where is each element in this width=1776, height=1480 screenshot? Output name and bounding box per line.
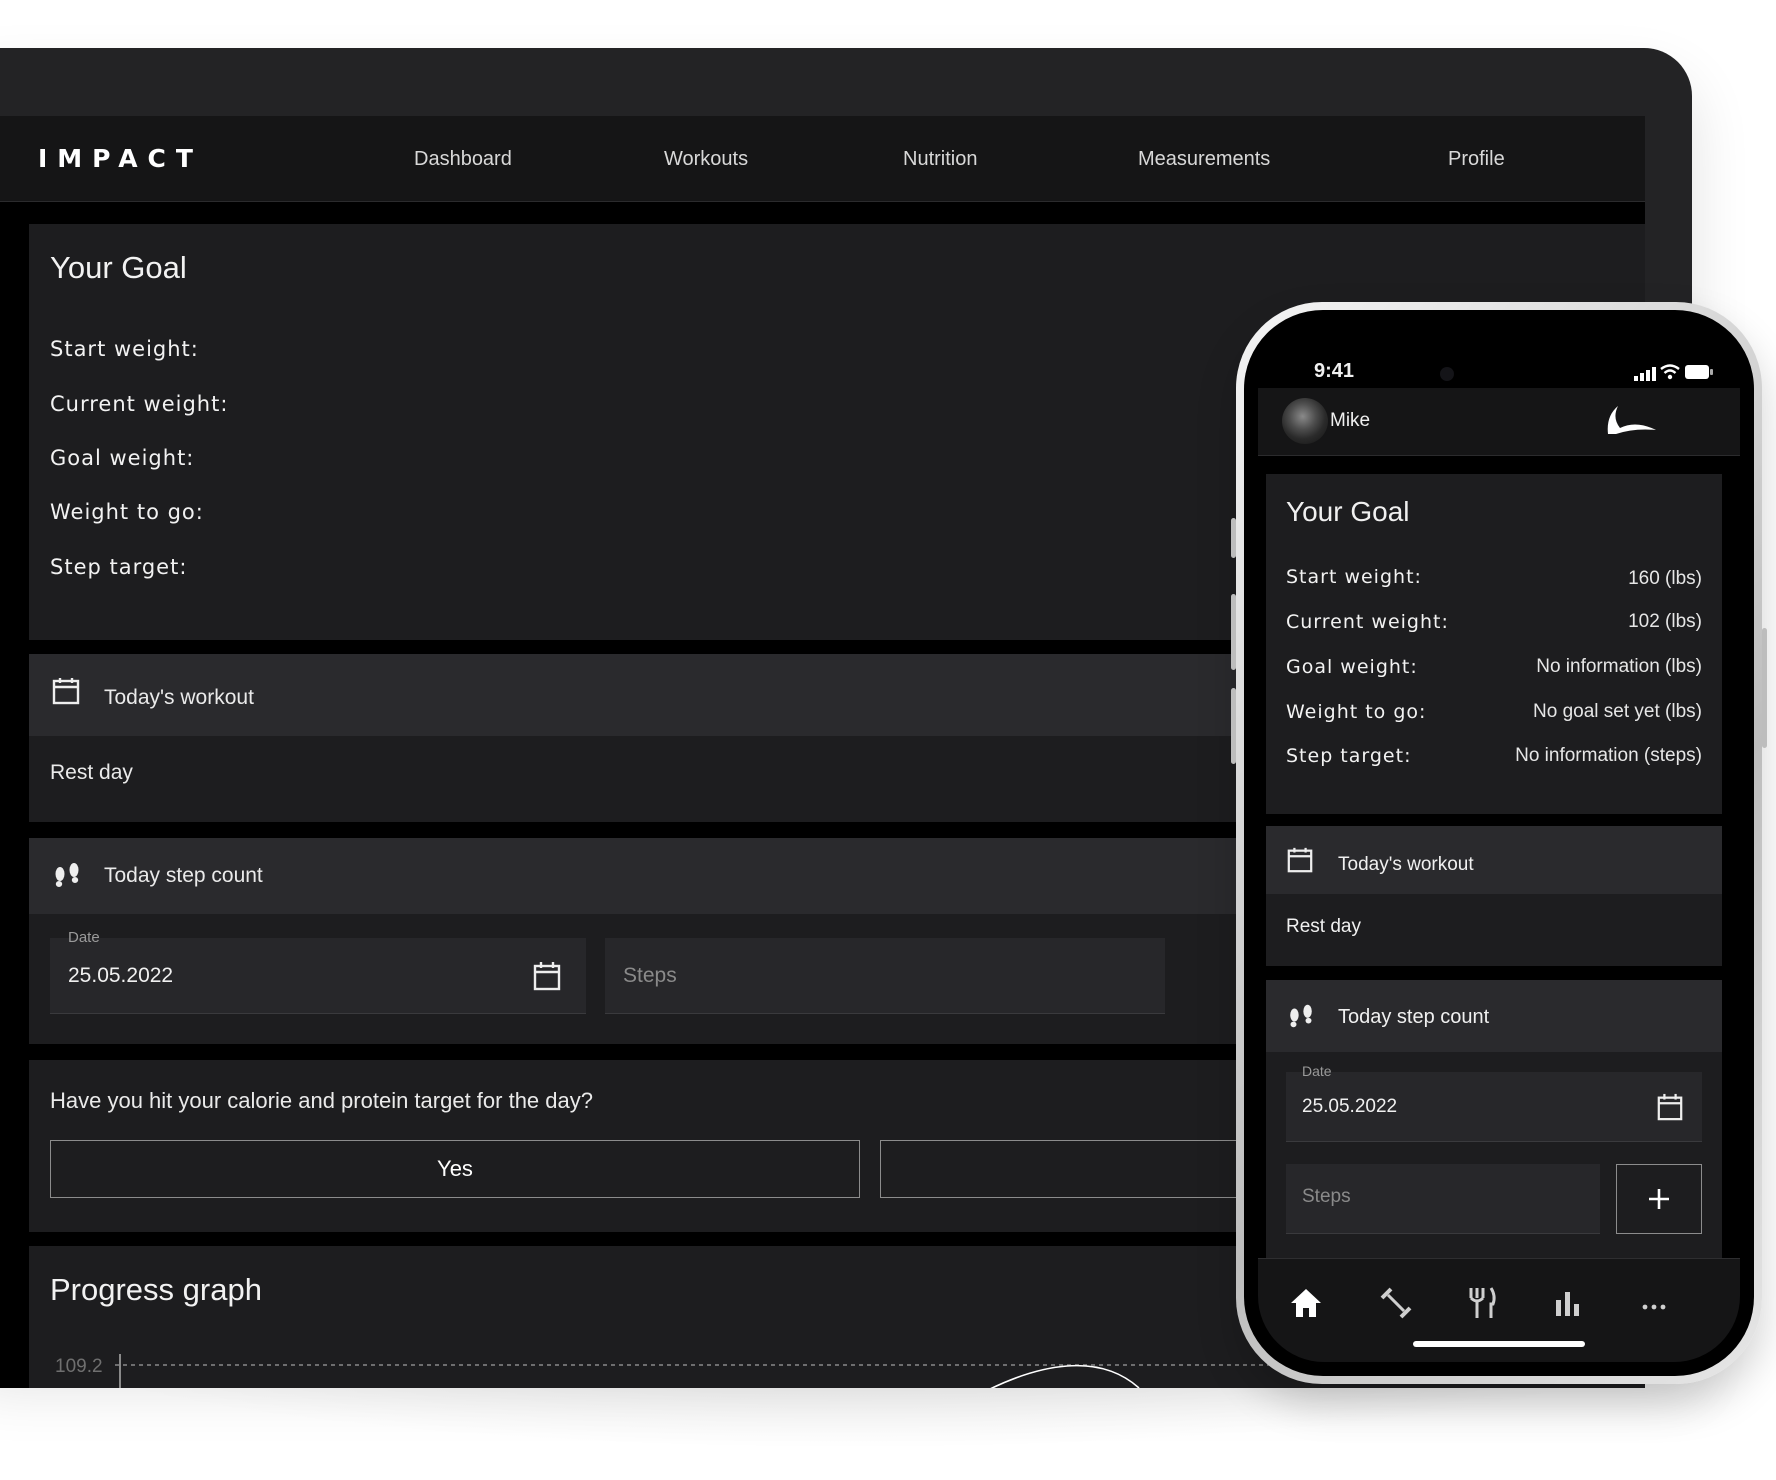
phone-start-weight-label: Start weight: [1286,566,1422,588]
bar-chart-icon [1553,1288,1583,1322]
date-field[interactable]: Date 25.05.2022 [50,929,586,1014]
phone-weight-to-go-label: Weight to go: [1286,701,1427,723]
plus-icon [1647,1187,1671,1215]
phone-steps-input[interactable]: Steps [1286,1164,1600,1234]
phone-step-card: Today step count Date 25.05.2022 Steps [1266,980,1722,1260]
weight-to-go-label: Weight to go: [50,500,204,524]
calendar-picker-icon[interactable] [1656,1092,1684,1126]
calorie-question: Have you hit your calorie and protein ta… [50,1088,593,1113]
nav-nutrition[interactable]: Nutrition [903,148,977,171]
yes-button[interactable]: Yes [50,1140,860,1198]
home-icon [1289,1287,1323,1323]
phone-step-target-value: No information (steps) [1515,745,1702,766]
calendar-icon [1286,846,1314,878]
phone-start-weight-value: 160 (lbs) [1628,568,1702,589]
phone-current-weight-label: Current weight: [1286,611,1449,633]
footprints-icon [51,858,83,894]
home-indicator [1413,1341,1585,1347]
phone-volume-up [1231,594,1236,670]
nav-measurements[interactable]: Measurements [1138,148,1270,171]
current-weight-label: Current weight: [50,392,229,416]
phone-step-header: Today step count [1266,980,1722,1052]
phone-current-weight-value: 102 (lbs) [1628,611,1702,632]
phone-screen: 9:41 Mike Your Goal Start weight: 160 (l… [1258,324,1740,1362]
tab-workouts[interactable] [1376,1285,1416,1325]
phone-workout-card: Today's workout Rest day [1266,826,1722,966]
phone-goal-title: Your Goal [1286,496,1410,527]
brand-logo[interactable]: IMPACT [38,144,203,173]
step-target-label: Step target: [50,555,188,579]
workout-title: Today's workout [104,686,254,709]
battery-icon [1684,364,1714,384]
phone-mockup: 9:41 Mike Your Goal Start weight: 160 (l… [1231,302,1767,1384]
no-button[interactable] [880,1140,1280,1198]
date-field-value: 25.05.2022 [68,964,174,987]
progress-title: Progress graph [50,1272,262,1307]
calendar-icon [51,676,81,710]
bottom-tab-bar [1258,1258,1740,1362]
goal-weight-label: Goal weight: [50,446,195,470]
nav-dashboard[interactable]: Dashboard [414,148,512,171]
phone-goal-weight-label: Goal weight: [1286,656,1418,678]
steps-placeholder: Steps [623,964,677,987]
phone-power-button [1762,628,1767,748]
top-navigation-bar: IMPACT Dashboard Workouts Nutrition Meas… [0,116,1645,202]
tab-home[interactable] [1286,1285,1326,1325]
goal-title: Your Goal [50,250,187,285]
steps-input[interactable]: Steps [605,938,1165,1014]
tab-nutrition[interactable] [1462,1285,1502,1325]
avatar[interactable] [1282,398,1328,444]
more-icon [1642,1296,1666,1315]
wifi-icon [1660,364,1680,384]
phone-weight-to-go-value: No goal set yet (lbs) [1533,701,1702,722]
status-time: 9:41 [1314,360,1355,382]
phone-mute-switch [1231,518,1236,558]
nav-workouts[interactable]: Workouts [664,148,748,171]
tab-measurements[interactable] [1548,1285,1588,1325]
footprints-icon [1286,1000,1316,1034]
workout-value: Rest day [50,761,133,784]
start-weight-label: Start weight: [50,337,199,361]
brand-wing-icon[interactable] [1604,402,1660,442]
phone-date-field[interactable]: Date 25.05.2022 [1286,1063,1702,1142]
phone-workout-header: Today's workout [1266,826,1722,894]
phone-date-label: Date [1302,1063,1332,1079]
step-count-title: Today step count [104,864,263,887]
user-name[interactable]: Mike [1330,410,1370,432]
tab-more[interactable] [1634,1285,1674,1325]
phone-volume-down [1231,688,1236,764]
phone-date-value: 25.05.2022 [1302,1096,1398,1117]
phone-step-title: Today step count [1338,1006,1490,1028]
phone-step-target-label: Step target: [1286,745,1412,767]
calendar-picker-icon[interactable] [532,960,562,996]
dumbbell-icon [1379,1286,1413,1324]
cellular-signal-icon [1634,366,1656,385]
app-header: Mike [1258,388,1740,456]
phone-steps-placeholder: Steps [1302,1186,1351,1207]
fork-knife-icon [1466,1286,1498,1324]
date-field-label: Date [68,929,100,946]
phone-workout-value: Rest day [1286,916,1361,937]
phone-workout-title: Today's workout [1338,854,1474,875]
phone-bezel: 9:41 Mike Your Goal Start weight: 160 (l… [1244,310,1754,1376]
phone-goal-weight-value: No information (lbs) [1536,656,1702,677]
add-steps-button[interactable] [1616,1164,1702,1234]
phone-goal-card: Your Goal Start weight: 160 (lbs) Curren… [1266,474,1722,814]
nav-profile[interactable]: Profile [1448,148,1505,171]
